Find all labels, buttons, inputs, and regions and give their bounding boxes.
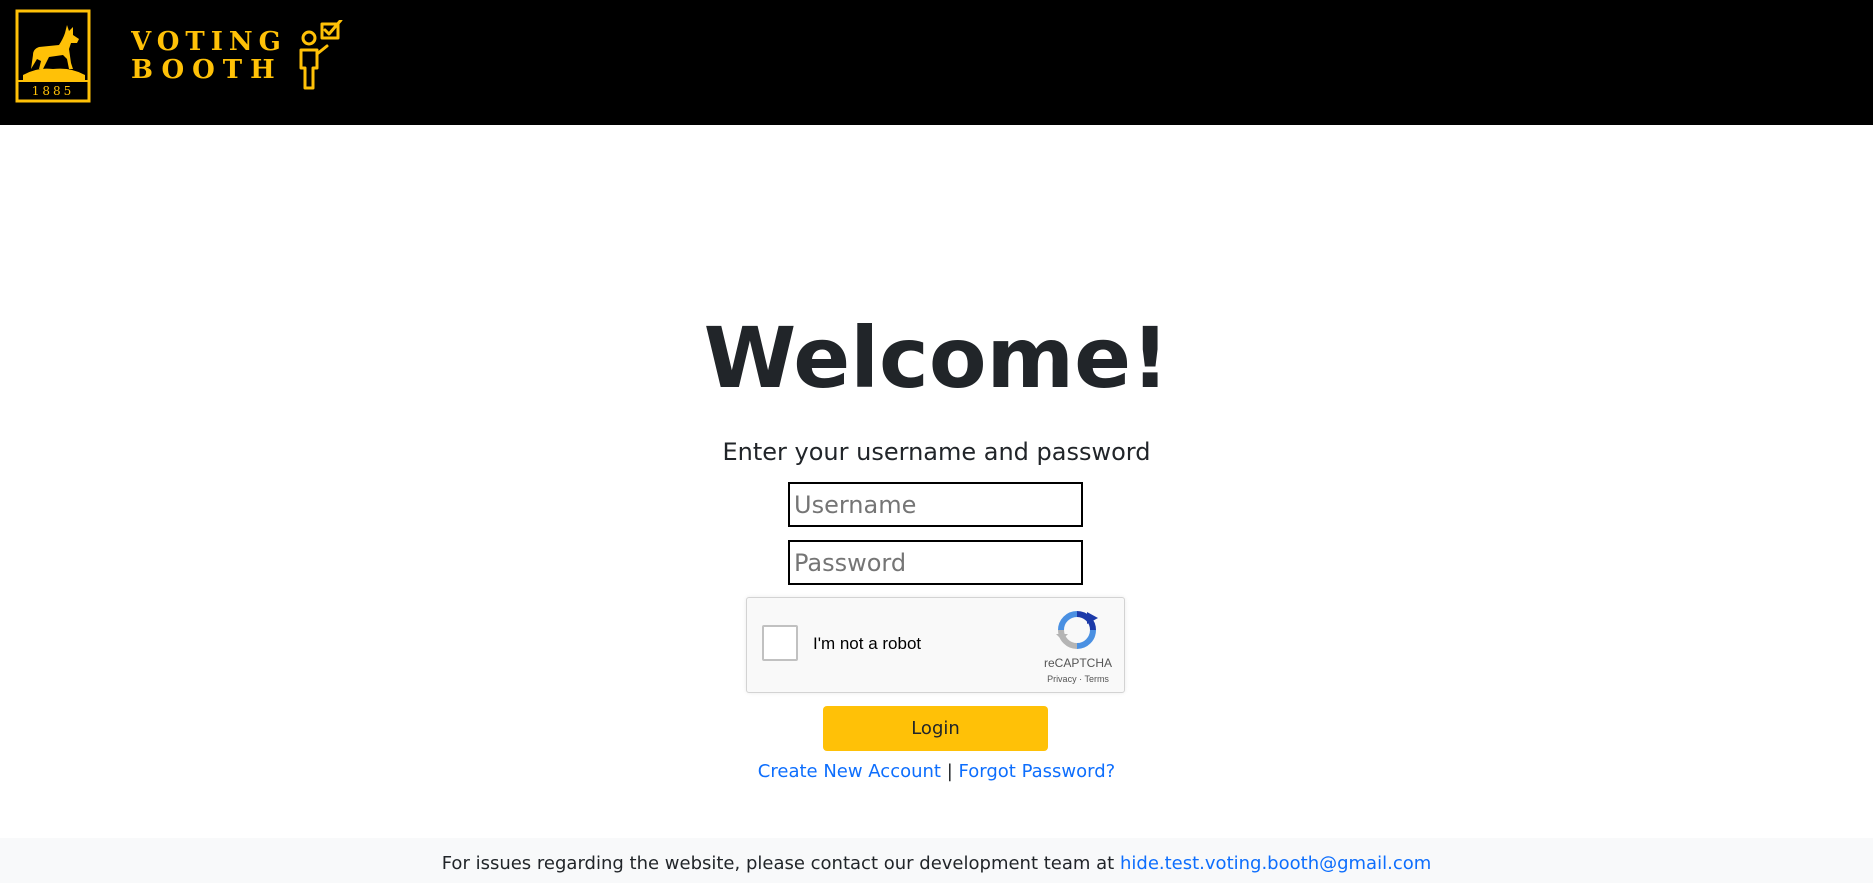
page-footer: For issues regarding the website, please… xyxy=(0,838,1873,883)
recaptcha-dot: · xyxy=(1079,674,1083,684)
recaptcha-widget: I'm not a robot reCAPTCHA Privacy · Term… xyxy=(746,597,1125,693)
login-button[interactable]: Login xyxy=(823,706,1048,751)
recaptcha-label: I'm not a robot xyxy=(813,634,922,653)
username-input[interactable] xyxy=(788,482,1083,527)
recaptcha-links: Privacy · Terms xyxy=(1039,674,1117,684)
account-links: Create New Account | Forgot Password? xyxy=(0,759,1873,785)
voting-booth-wordmark[interactable]: VOTING BOOTH xyxy=(131,20,343,92)
contact-email-link[interactable]: hide.test.voting.booth@gmail.com xyxy=(1120,853,1431,874)
login-instructions: Enter your username and password xyxy=(722,438,1151,466)
recaptcha-logo-icon xyxy=(1056,611,1098,649)
recaptcha-terms-link[interactable]: Terms xyxy=(1084,674,1109,684)
recaptcha-brand: reCAPTCHA xyxy=(1043,656,1112,670)
crest-year: 1885 xyxy=(32,84,75,98)
brand-line-2: BOOTH xyxy=(131,55,283,85)
forgot-password-link[interactable]: Forgot Password? xyxy=(959,761,1116,782)
voter-checkmark-icon xyxy=(299,20,343,90)
link-separator: | xyxy=(946,761,953,782)
top-header: 1885 VOTING BOOTH xyxy=(0,0,1873,125)
password-input[interactable] xyxy=(788,540,1083,585)
husky-crest-logo[interactable]: 1885 xyxy=(15,9,91,103)
footer-text: For issues regarding the website, please… xyxy=(441,853,1115,874)
recaptcha-checkbox[interactable] xyxy=(762,625,798,661)
recaptcha-privacy-link[interactable]: Privacy xyxy=(1047,674,1077,684)
page-title: Welcome! xyxy=(703,309,1170,407)
brand-line-1: VOTING xyxy=(131,27,287,57)
create-account-link[interactable]: Create New Account xyxy=(758,761,941,782)
